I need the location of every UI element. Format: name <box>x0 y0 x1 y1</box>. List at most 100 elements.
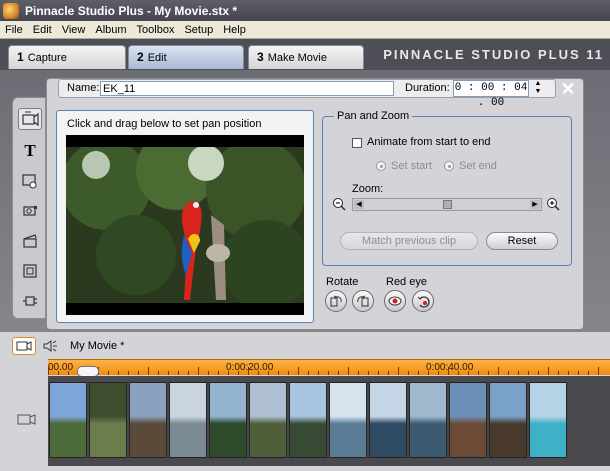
parrot-photo <box>66 135 304 315</box>
ruler-tick <box>368 371 369 375</box>
tab-make-movie-label: Make Movie <box>267 52 327 64</box>
clapper-tool-button[interactable] <box>18 230 42 252</box>
ruler-tick <box>528 371 529 375</box>
ruler-tick <box>258 371 259 375</box>
ruler-tick <box>328 371 329 375</box>
timeline-clip[interactable] <box>129 382 167 458</box>
mode-tabs: 1 Capture 2 Edit 3 Make Movie PINNACLE STUD… <box>0 39 610 70</box>
timeline-clip[interactable] <box>329 382 367 458</box>
ruler-tick <box>108 371 109 375</box>
timeline-clip[interactable] <box>449 382 487 458</box>
audio-track-view-button[interactable] <box>42 339 60 355</box>
timeline-clip[interactable] <box>169 382 207 458</box>
red-eye-button[interactable] <box>384 290 406 312</box>
ruler-tick <box>448 367 449 375</box>
set-end-radio[interactable] <box>444 161 454 171</box>
timeline-clip[interactable] <box>289 382 327 458</box>
ruler-label-40: 0:00:40.00 <box>426 362 474 373</box>
ruler-tick <box>498 367 499 375</box>
ruler-tick <box>288 371 289 375</box>
ruler-tick <box>318 371 319 375</box>
spin-up-icon[interactable]: ▲ <box>532 80 544 88</box>
zoom-slider-thumb[interactable] <box>443 200 452 209</box>
menu-setup[interactable]: Setup <box>179 24 218 36</box>
zoom-label: Zoom: <box>352 183 384 195</box>
timeline-clip[interactable] <box>529 382 567 458</box>
title-tool-button[interactable]: T <box>18 140 42 162</box>
undo-icon <box>417 296 430 308</box>
pan-preview-box: Click and drag below to set pan position <box>56 110 314 323</box>
tab-edit-label: Edit <box>147 52 167 64</box>
clip-name-input[interactable] <box>100 81 394 96</box>
menu-album[interactable]: Album <box>90 24 131 36</box>
clip-thumbnail <box>530 383 566 457</box>
zoom-out-icon[interactable] <box>332 197 346 211</box>
ruler-tick <box>438 371 439 375</box>
set-start-radio[interactable] <box>376 161 386 171</box>
clip-thumbnail <box>210 383 246 457</box>
red-eye-undo-button[interactable] <box>412 290 434 312</box>
tab-capture[interactable]: 1 Capture <box>8 45 126 69</box>
duration-field[interactable]: 0 : 00 : 04 . 00 <box>453 80 529 109</box>
zoom-right-arrow-icon[interactable]: ▶ <box>530 200 540 209</box>
timeline-clip[interactable] <box>489 382 527 458</box>
ruler-tick <box>138 371 139 375</box>
zoom-in-icon[interactable] <box>546 197 560 211</box>
disc-menu-tool-button[interactable] <box>18 200 42 222</box>
timeline-clip[interactable] <box>49 382 87 458</box>
ruler-tick <box>398 367 399 375</box>
duration-label: Duration: <box>405 82 450 94</box>
plug-icon <box>23 296 37 306</box>
timeline-clip[interactable] <box>409 382 447 458</box>
reset-button[interactable]: Reset <box>486 232 558 250</box>
duration-spinner[interactable]: ▲ ▼ <box>532 80 544 97</box>
name-label: Name: <box>67 82 100 94</box>
ruler-tick <box>488 371 489 375</box>
clip-thumbnail <box>50 383 86 457</box>
tab-edit[interactable]: 2 Edit <box>128 45 244 69</box>
ruler-tick <box>228 371 229 375</box>
ruler-tick <box>338 371 339 375</box>
clip-thumbnail <box>410 383 446 457</box>
clip-name-bar: Name: Duration: 0 : 00 : 04 . 00 ▲ ▼ <box>58 79 556 109</box>
video-track-label-icon <box>17 414 36 425</box>
ruler-tick <box>478 371 479 375</box>
spin-down-icon[interactable]: ▼ <box>532 88 544 96</box>
timeline-clip[interactable] <box>209 382 247 458</box>
video-track-view-button[interactable] <box>12 337 36 355</box>
pan-preview-image[interactable] <box>66 135 304 315</box>
match-previous-clip-button[interactable]: Match previous clip <box>340 232 478 250</box>
zoom-left-arrow-icon[interactable]: ◀ <box>354 200 364 209</box>
animate-label: Animate from start to end <box>367 136 491 148</box>
animate-checkbox[interactable] <box>352 138 362 148</box>
menu-toolbox[interactable]: Toolbox <box>132 24 180 36</box>
still-image-tool-button[interactable] <box>18 170 42 192</box>
tab-make-movie[interactable]: 3 Make Movie <box>248 45 364 69</box>
close-icon: ✕ <box>560 78 576 99</box>
menu-edit[interactable]: Edit <box>28 24 57 36</box>
timeline-clip[interactable] <box>369 382 407 458</box>
menu-view[interactable]: View <box>57 24 91 36</box>
timeline-ruler[interactable]: 00.00 0:00:20.00 0:00:40.00 <box>48 359 610 375</box>
movie-title: My Movie * <box>70 340 125 352</box>
rotate-right-button[interactable] <box>352 290 374 312</box>
frame-tool-button[interactable] <box>18 260 42 282</box>
ruler-tick <box>48 367 49 375</box>
close-panel-button[interactable]: ✕ <box>556 78 580 100</box>
set-end-radio-dot <box>448 165 451 168</box>
timeline-clip[interactable] <box>249 382 287 458</box>
ruler-tick <box>348 367 349 375</box>
ruler-tick <box>588 371 589 375</box>
clip-thumbnail <box>370 383 406 457</box>
ruler-tick <box>568 371 569 375</box>
ruler-tick <box>418 371 419 375</box>
plugin-tool-button[interactable] <box>18 290 42 312</box>
tab-edit-number: 2 <box>137 50 144 64</box>
menu-help[interactable]: Help <box>218 24 251 36</box>
video-toolbox-button[interactable] <box>18 108 42 130</box>
zoom-slider[interactable]: ◀ ▶ <box>352 198 542 211</box>
timeline-clip[interactable] <box>89 382 127 458</box>
ruler-tick <box>178 371 179 375</box>
rotate-left-button[interactable] <box>325 290 347 312</box>
menu-file[interactable]: File <box>0 24 28 36</box>
